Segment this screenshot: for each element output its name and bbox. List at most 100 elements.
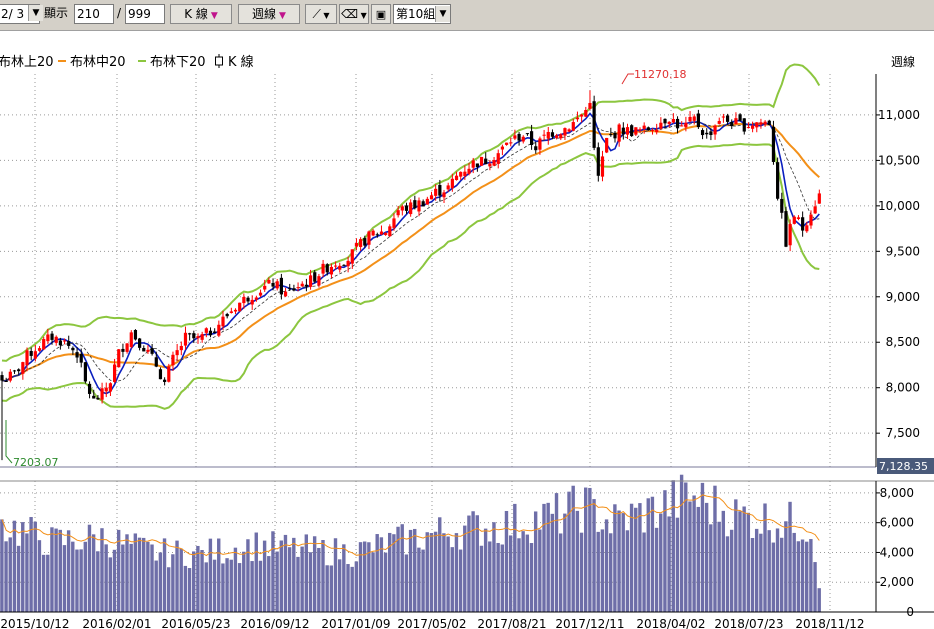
candle	[229, 307, 233, 314]
candle	[163, 377, 167, 386]
candle-body	[158, 369, 163, 380]
slash-separator: /	[117, 6, 122, 20]
candle-body	[117, 349, 121, 368]
volume-bar	[634, 507, 638, 612]
candle-body	[183, 332, 188, 346]
page-selector[interactable]: 2/ 3 ▼	[0, 4, 43, 24]
candle	[525, 133, 530, 136]
chevron-down-icon[interactable]: ▼	[435, 6, 450, 22]
chart-area[interactable]: 布林上20 布林中20 布林下20 K 線 週線 11270.18 7203.0…	[0, 30, 934, 629]
volume-bar	[479, 545, 484, 612]
candle	[142, 345, 146, 352]
candle	[87, 381, 92, 399]
candle-body	[8, 371, 12, 381]
candle-body	[404, 205, 409, 211]
candle-body	[759, 122, 763, 125]
candle	[776, 157, 780, 201]
candle-body	[463, 171, 467, 176]
volume-bar	[200, 550, 204, 612]
candle-body	[650, 129, 655, 131]
volume-bar	[41, 554, 46, 612]
volume-bar	[404, 554, 409, 612]
volume-bar	[129, 543, 133, 612]
candle-body	[538, 138, 542, 150]
candle-body	[542, 134, 546, 136]
candle-body	[146, 349, 150, 352]
volume-bar	[71, 541, 75, 612]
candle-body	[725, 115, 730, 122]
candle-body	[175, 350, 179, 356]
candle	[200, 331, 204, 343]
x-tick-label: 2016/02/01	[82, 617, 151, 629]
period-button[interactable]: 週線 ▼	[238, 4, 300, 24]
candle	[700, 128, 705, 140]
candle-body	[809, 214, 813, 226]
volume-bar	[521, 531, 525, 612]
volume-bar	[300, 546, 304, 612]
candle-body	[283, 291, 288, 297]
volume-bar	[529, 543, 534, 612]
display-count-input[interactable]: 210	[74, 4, 114, 24]
caret-down-icon: ▼	[279, 11, 286, 21]
candle-body	[546, 131, 550, 139]
volume-bar	[16, 545, 21, 612]
volume-bar	[675, 517, 680, 612]
volume-bar	[100, 528, 104, 612]
volume-bar	[21, 522, 25, 612]
candle	[621, 122, 625, 140]
volume-bar	[283, 534, 288, 612]
volume-bar	[108, 557, 113, 612]
chevron-down-icon[interactable]: ▼	[27, 5, 43, 21]
candle	[154, 351, 158, 368]
candle-body	[767, 120, 771, 126]
candle-body	[71, 347, 75, 351]
volume-bar	[37, 540, 42, 612]
volume-bar	[713, 485, 717, 612]
candle	[767, 119, 771, 126]
cursor-value: 7,128.35	[879, 460, 928, 473]
candle-body	[217, 324, 221, 336]
candle	[571, 118, 575, 132]
save-button[interactable]: ▣	[371, 4, 391, 24]
y-tick-label: 8,500	[886, 335, 920, 349]
candle-body	[792, 216, 796, 224]
candle-body	[671, 119, 675, 123]
y-axis-ticks: 7,500 8,000 8,500 9,000 9,500 10,000 10,500 11,…	[876, 108, 920, 440]
volume-bar	[371, 552, 375, 612]
kline-button[interactable]: K 線 ▼	[170, 4, 232, 24]
candle-body	[246, 297, 250, 302]
candle-body	[138, 338, 142, 348]
volume-bar	[813, 562, 817, 612]
candle-body	[805, 225, 809, 232]
candle-body	[171, 354, 175, 366]
candle-body	[459, 171, 463, 177]
display-label: 顯示	[44, 6, 69, 20]
caret-down-icon: ▼	[320, 11, 330, 20]
candle-body	[755, 122, 759, 128]
candle-body	[625, 127, 630, 135]
candle	[300, 281, 304, 287]
candle-body	[488, 163, 492, 167]
candle-body	[87, 383, 92, 394]
volume-bar	[333, 538, 338, 612]
volume-bar	[121, 544, 125, 612]
group-selector[interactable]: 第10組 ▼	[393, 4, 451, 24]
volume-bar	[654, 527, 659, 612]
volume-bar	[112, 549, 117, 612]
volume-bar	[696, 506, 700, 612]
candle-body	[621, 127, 625, 135]
volume-bar	[492, 522, 496, 612]
total-count-input[interactable]: 999	[125, 4, 165, 24]
volume-tick-label: 0	[906, 605, 914, 619]
volume-bar	[629, 503, 634, 612]
volume-bar	[179, 548, 183, 612]
eraser-tool-button[interactable]: ⌫ ▼	[339, 4, 369, 24]
volume-bar	[246, 539, 250, 612]
volume-bar	[517, 538, 521, 612]
candle	[413, 195, 417, 210]
volume-bar	[609, 533, 613, 612]
volume-bar	[734, 499, 738, 612]
candle-body	[54, 336, 58, 343]
draw-line-tool-button[interactable]: ⟋ ▼	[305, 4, 337, 24]
volume-bar	[454, 533, 459, 612]
